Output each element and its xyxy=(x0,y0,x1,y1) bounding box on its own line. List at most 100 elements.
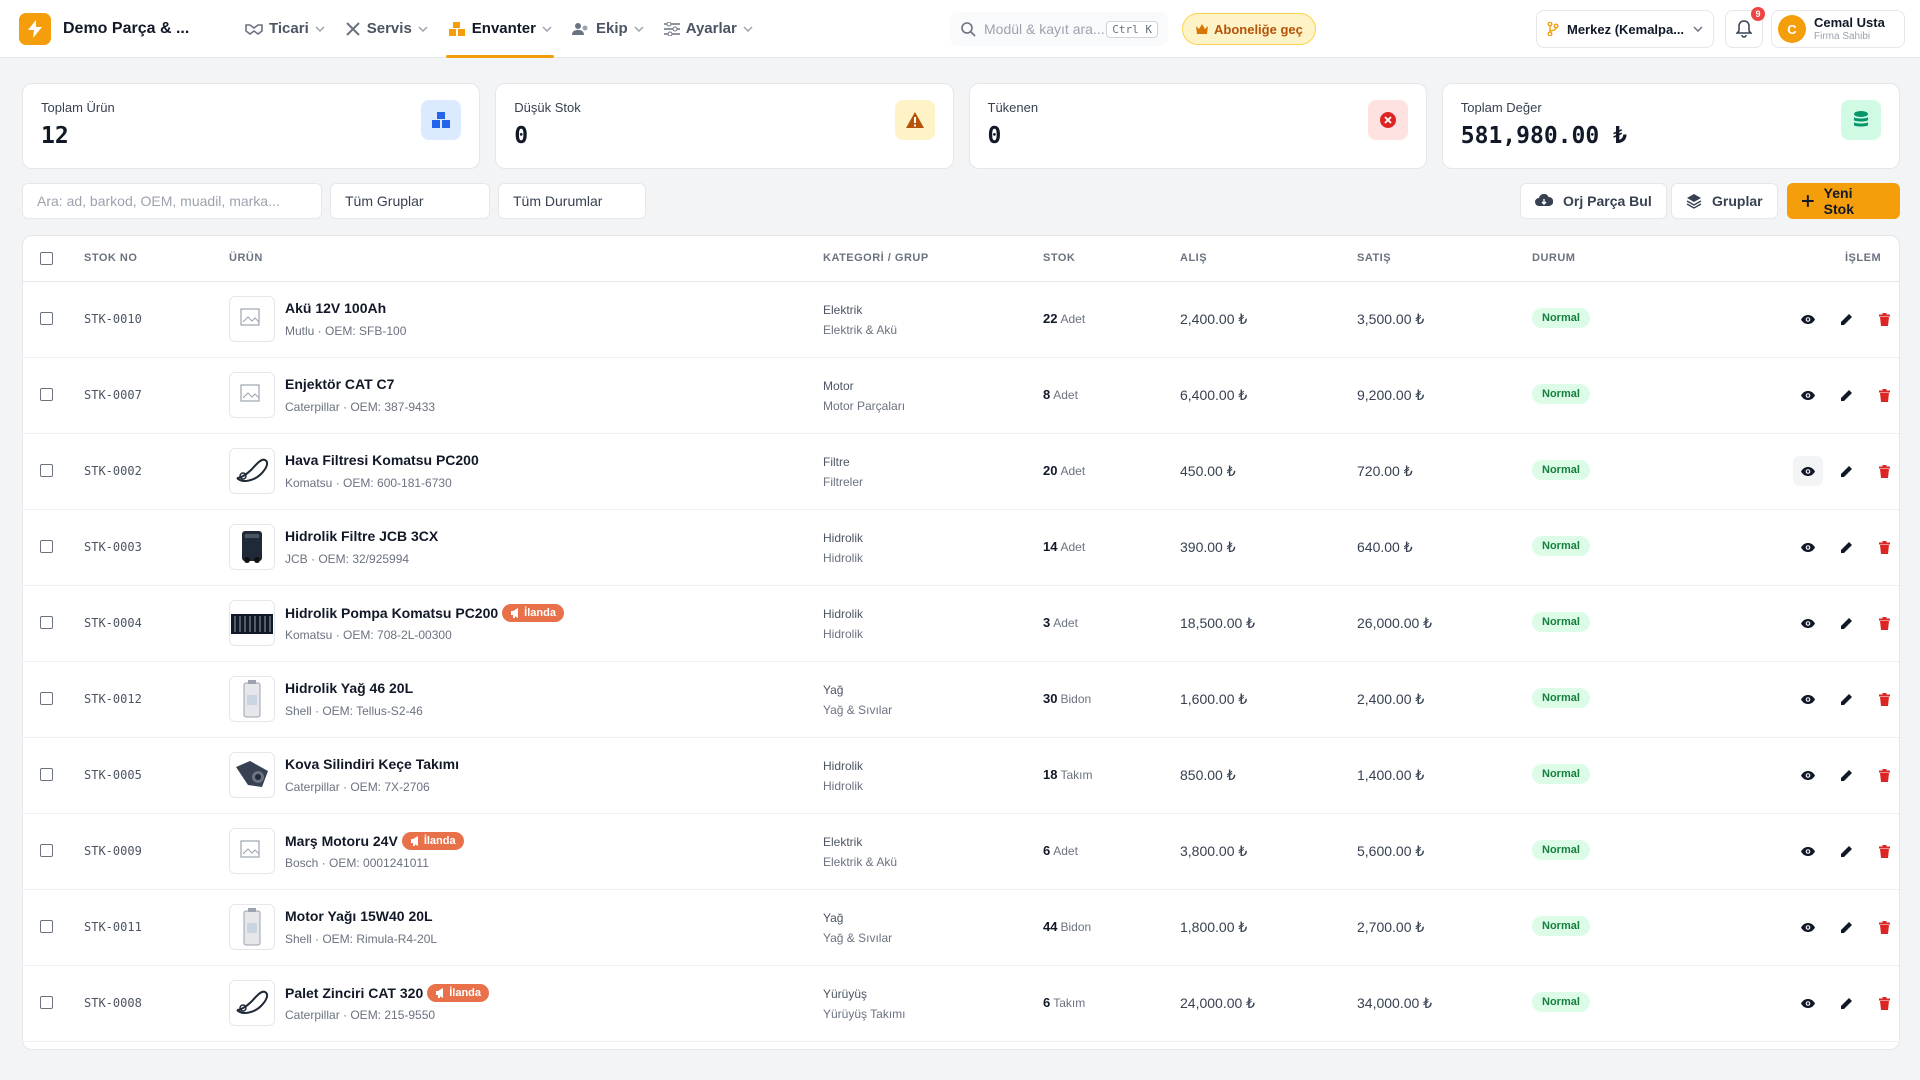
select-all-checkbox[interactable] xyxy=(40,252,53,265)
edit-button[interactable] xyxy=(1831,836,1861,866)
edit-button[interactable] xyxy=(1831,608,1861,638)
eye-icon xyxy=(1801,998,1815,1008)
edit-button[interactable] xyxy=(1831,760,1861,790)
product-name[interactable]: Hidrolik Filtre JCB 3CX xyxy=(285,528,438,544)
product-name-cell[interactable]: Kova Silindiri Keçe Takımı xyxy=(285,756,459,772)
col-product[interactable]: ÜRÜN xyxy=(229,252,263,264)
subscribe-button[interactable]: Aboneliğe geç xyxy=(1182,13,1316,45)
row-checkbox[interactable] xyxy=(40,692,53,705)
table-row[interactable]: STK-0003 Hidrolik Filtre JCB 3CX JCB · OEM… xyxy=(23,510,1899,586)
row-checkbox[interactable] xyxy=(40,768,53,781)
delete-button[interactable] xyxy=(1869,380,1899,410)
col-category[interactable]: KATEGORİ / GRUP xyxy=(823,252,929,264)
row-checkbox[interactable] xyxy=(40,464,53,477)
product-name[interactable]: Marş Motoru 24V xyxy=(285,833,398,849)
row-checkbox[interactable] xyxy=(40,388,53,401)
category: Yağ xyxy=(823,911,844,925)
col-stock-no[interactable]: STOK NO xyxy=(84,252,137,264)
table-row[interactable]: STK-0008 Palet Zinciri CAT 320 İlanda Cater… xyxy=(23,966,1899,1042)
product-name[interactable]: Hava Filtresi Komatsu PC200 xyxy=(285,452,479,468)
delete-button[interactable] xyxy=(1869,836,1899,866)
groups-button[interactable]: Gruplar xyxy=(1671,183,1778,219)
table-row[interactable]: STK-0009 Marş Motoru 24V İlanda Bosch · OEM… xyxy=(23,814,1899,890)
product-name[interactable]: Palet Zinciri CAT 320 xyxy=(285,985,423,1001)
view-button[interactable] xyxy=(1793,760,1823,790)
delete-button[interactable] xyxy=(1869,608,1899,638)
product-name-cell[interactable]: Akü 12V 100Ah xyxy=(285,300,386,316)
delete-button[interactable] xyxy=(1869,456,1899,486)
table-row[interactable]: STK-0002 Hava Filtresi Komatsu PC200 Komat… xyxy=(23,434,1899,510)
product-thumbnail xyxy=(229,980,275,1026)
edit-button[interactable] xyxy=(1831,380,1861,410)
product-name[interactable]: Hidrolik Yağ 46 20L xyxy=(285,680,413,696)
stat-card-out-of-stock: Tükenen 0 xyxy=(968,83,1427,169)
col-sell[interactable]: SATIŞ xyxy=(1357,252,1391,264)
table-row[interactable]: STK-0007 Enjektör CAT C7 Caterpillar · OEM… xyxy=(23,358,1899,434)
global-search[interactable]: Modül & kayıt ara... Ctrl K xyxy=(950,12,1168,46)
table-row[interactable]: STK-0010 Akü 12V 100Ah Mutlu · OEM: SFB-10… xyxy=(23,282,1899,358)
product-name[interactable]: Hidrolik Pompa Komatsu PC200 xyxy=(285,605,498,621)
edit-button[interactable] xyxy=(1831,684,1861,714)
table-row[interactable]: STK-0011 Motor Yağı 15W40 20L Shell · OEM:… xyxy=(23,890,1899,966)
nav-envanter[interactable]: Envanter xyxy=(438,0,562,58)
col-buy[interactable]: ALIŞ xyxy=(1180,252,1207,264)
view-button[interactable] xyxy=(1793,304,1823,334)
view-button[interactable] xyxy=(1793,532,1823,562)
row-checkbox[interactable] xyxy=(40,920,53,933)
notifications-button[interactable]: 9 xyxy=(1725,7,1765,48)
nav-ekip[interactable]: Ekip xyxy=(562,0,654,58)
product-name-cell[interactable]: Motor Yağı 15W40 20L xyxy=(285,908,433,924)
nav-ticari[interactable]: Ticari xyxy=(235,0,335,58)
col-status[interactable]: DURUM xyxy=(1532,252,1575,264)
row-checkbox[interactable] xyxy=(40,844,53,857)
row-checkbox[interactable] xyxy=(40,540,53,553)
product-name[interactable]: Kova Silindiri Keçe Takımı xyxy=(285,756,459,772)
view-button[interactable] xyxy=(1793,608,1823,638)
edit-button[interactable] xyxy=(1831,988,1861,1018)
row-checkbox[interactable] xyxy=(40,996,53,1009)
table-row[interactable]: STK-0005 Kova Silindiri Keçe Takımı Caterp… xyxy=(23,738,1899,814)
delete-button[interactable] xyxy=(1869,532,1899,562)
delete-button[interactable] xyxy=(1869,684,1899,714)
new-stock-button[interactable]: Yeni Stok xyxy=(1787,183,1900,219)
view-button[interactable] xyxy=(1793,456,1823,486)
row-checkbox[interactable] xyxy=(40,312,53,325)
delete-button[interactable] xyxy=(1869,912,1899,942)
brand[interactable]: Demo Parça & ... xyxy=(19,12,219,45)
product-name-cell[interactable]: Enjektör CAT C7 xyxy=(285,376,394,392)
view-button[interactable] xyxy=(1793,380,1823,410)
product-name-cell[interactable]: Marş Motoru 24V İlanda xyxy=(285,832,464,850)
find-original-part-button[interactable]: Orj Parça Bul xyxy=(1520,183,1667,219)
product-name-cell[interactable]: Hidrolik Filtre JCB 3CX xyxy=(285,528,438,544)
table-row[interactable]: STK-0004 Hidrolik Pompa Komatsu PC200 İlan… xyxy=(23,586,1899,662)
edit-button[interactable] xyxy=(1831,456,1861,486)
status-select[interactable]: Tüm Durumlar xyxy=(498,183,646,219)
view-button[interactable] xyxy=(1793,836,1823,866)
stat-value: 12 xyxy=(41,123,69,149)
product-name[interactable]: Akü 12V 100Ah xyxy=(285,300,386,316)
nav-servis[interactable]: Servis xyxy=(335,0,438,58)
col-stock[interactable]: STOK xyxy=(1043,252,1075,264)
edit-button[interactable] xyxy=(1831,304,1861,334)
edit-button[interactable] xyxy=(1831,912,1861,942)
row-checkbox[interactable] xyxy=(40,616,53,629)
branch-selector[interactable]: Merkez (Kemalpa... xyxy=(1536,10,1714,48)
group-select[interactable]: Tüm Gruplar xyxy=(330,183,490,219)
edit-button[interactable] xyxy=(1831,532,1861,562)
product-name-cell[interactable]: Hava Filtresi Komatsu PC200 xyxy=(285,452,479,468)
delete-button[interactable] xyxy=(1869,304,1899,334)
table-row[interactable]: STK-0012 Hidrolik Yağ 46 20L Shell · OEM: … xyxy=(23,662,1899,738)
product-name-cell[interactable]: Hidrolik Pompa Komatsu PC200 İlanda xyxy=(285,604,564,622)
nav-ayarlar[interactable]: Ayarlar xyxy=(654,0,763,58)
view-button[interactable] xyxy=(1793,912,1823,942)
product-name-cell[interactable]: Palet Zinciri CAT 320 İlanda xyxy=(285,984,490,1002)
view-button[interactable] xyxy=(1793,684,1823,714)
user-menu[interactable]: C Cemal Usta Firma Sahibi xyxy=(1771,10,1905,48)
view-button[interactable] xyxy=(1793,988,1823,1018)
delete-button[interactable] xyxy=(1869,760,1899,790)
table-search-input[interactable]: Ara: ad, barkod, OEM, muadil, marka... xyxy=(22,183,322,219)
product-name-cell[interactable]: Hidrolik Yağ 46 20L xyxy=(285,680,413,696)
product-name[interactable]: Enjektör CAT C7 xyxy=(285,376,394,392)
delete-button[interactable] xyxy=(1869,988,1899,1018)
product-name[interactable]: Motor Yağı 15W40 20L xyxy=(285,908,433,924)
